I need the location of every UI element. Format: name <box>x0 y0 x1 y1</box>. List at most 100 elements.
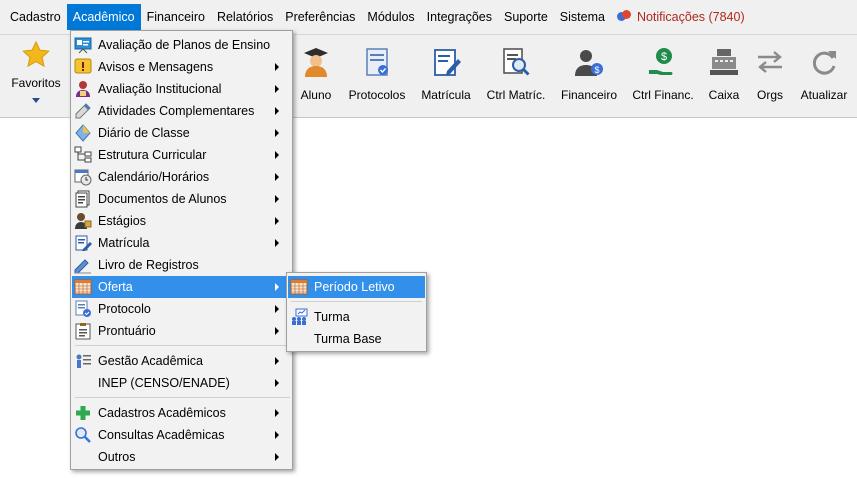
cash-register-icon <box>708 46 740 78</box>
menu-item-label: Matrícula <box>98 236 150 250</box>
svg-text:$: $ <box>661 51 667 63</box>
toolbar-matricula-button[interactable]: Matrícula <box>418 42 474 108</box>
submenu-item-turma[interactable]: Turma <box>288 306 425 328</box>
toolbar-label: Matrícula <box>421 88 471 102</box>
green-plus-icon <box>74 404 92 422</box>
pen-book-icon <box>74 256 92 274</box>
menu-preferencias[interactable]: Preferências <box>279 4 361 30</box>
notifications-icon <box>616 10 631 24</box>
menu-suporte[interactable]: Suporte <box>498 4 554 30</box>
submenu-arrow-icon <box>275 107 279 115</box>
menu-item-consultas-academicas[interactable]: Consultas Acadêmicas <box>72 424 291 446</box>
menu-financeiro[interactable]: Financeiro <box>141 4 211 30</box>
evaluation-person-icon <box>74 80 92 98</box>
menu-item-outros[interactable]: Outros <box>72 446 291 468</box>
enrollment-edit-icon <box>74 234 92 252</box>
menu-cadastro[interactable]: Cadastro <box>4 4 67 30</box>
menu-item-matricula[interactable]: Matrícula <box>72 232 291 254</box>
menu-item-oferta[interactable]: Oferta <box>72 276 291 298</box>
toolbar-label: Aluno <box>300 88 332 102</box>
submenu-arrow-icon <box>275 63 279 71</box>
submenu-item-periodo-letivo[interactable]: Período Letivo <box>288 276 425 298</box>
protocol-document-icon <box>361 46 393 78</box>
menu-item-label: Prontuário <box>98 324 156 338</box>
enrollment-edit-icon <box>430 46 462 78</box>
menu-item-protocolo[interactable]: Protocolo <box>72 298 291 320</box>
menu-item-label: Livro de Registros <box>98 258 199 272</box>
finance-person-icon: $ <box>573 46 605 78</box>
toolbar-aluno-button[interactable]: Aluno <box>296 42 336 108</box>
menu-sistema[interactable]: Sistema <box>554 4 611 30</box>
menu-item-label: Protocolo <box>98 302 151 316</box>
menu-item-cadastros-academicos[interactable]: Cadastros Acadêmicos <box>72 402 291 424</box>
internship-icon <box>74 212 92 230</box>
toolbar-label: Ctrl Financ. <box>632 88 694 102</box>
submenu-arrow-icon <box>275 453 279 461</box>
submenu-arrow-icon <box>275 217 279 225</box>
menu-item-estrutura-curricular[interactable]: Estrutura Curricular <box>72 144 291 166</box>
submenu-arrow-icon <box>275 431 279 439</box>
menu-relatorios[interactable]: Relatórios <box>211 4 279 30</box>
protocol-icon <box>74 300 92 318</box>
swap-arrows-icon <box>754 46 786 78</box>
menu-item-atividades-complementares[interactable]: Atividades Complementares <box>72 100 291 122</box>
menu-item-label: Documentos de Alunos <box>98 192 227 206</box>
menu-item-livro-registros[interactable]: Livro de Registros <box>72 254 291 276</box>
chevron-down-icon <box>32 98 40 103</box>
submenu-item-turma-base[interactable]: Turma Base <box>288 328 425 350</box>
clipboard-icon <box>74 322 92 340</box>
calendar-clock-icon <box>74 168 92 186</box>
toolbar-ctrl-financeiro-button[interactable]: $ Ctrl Financ. <box>630 42 696 108</box>
menu-separator <box>291 301 422 302</box>
submenu-arrow-icon <box>275 379 279 387</box>
menu-item-label: Consultas Acadêmicas <box>98 428 225 442</box>
submenu-arrow-icon <box>275 409 279 417</box>
menu-item-prontuario[interactable]: Prontuário <box>72 320 291 342</box>
submenu-arrow-icon <box>275 357 279 365</box>
toolbar-financeiro-button[interactable]: $ Financeiro <box>558 42 620 108</box>
notifications-menu[interactable]: Notificações (7840) <box>611 4 751 30</box>
menu-item-label: Diário de Classe <box>98 126 190 140</box>
toolbar-caixa-button[interactable]: Caixa <box>704 42 744 108</box>
documents-icon <box>74 190 92 208</box>
submenu-arrow-icon <box>275 195 279 203</box>
menu-item-inep-censo-enade[interactable]: INEP (CENSO/ENADE) <box>72 372 291 394</box>
offer-calendar-icon <box>290 278 308 296</box>
menu-item-label: Avaliação de Planos de Ensino <box>98 38 271 52</box>
menu-integracoes[interactable]: Integrações <box>421 4 498 30</box>
menu-item-label: INEP (CENSO/ENADE) <box>98 376 230 390</box>
hierarchy-icon <box>74 146 92 164</box>
warning-note-icon <box>74 58 92 76</box>
toolbar-ctrl-matricula-button[interactable]: Ctrl Matríc. <box>484 42 548 108</box>
pencil-ruler-icon <box>74 102 92 120</box>
toolbar-protocolos-button[interactable]: Protocolos <box>346 42 408 108</box>
menu-separator <box>75 397 290 398</box>
menu-item-label: Estágios <box>98 214 146 228</box>
academico-dropdown-menu: Avaliação de Planos de Ensino Avisos e M… <box>70 30 293 470</box>
menu-item-gestao-academica[interactable]: Gestão Acadêmica <box>72 350 291 372</box>
menu-modulos[interactable]: Módulos <box>361 4 420 30</box>
toolbar-label: Atualizar <box>800 88 848 102</box>
submenu-arrow-icon <box>275 85 279 93</box>
menu-item-avaliacao-planos-ensino[interactable]: Avaliação de Planos de Ensino <box>72 34 291 56</box>
submenu-arrow-icon <box>275 173 279 181</box>
menu-academico[interactable]: Acadêmico <box>66 4 141 30</box>
favorites-button[interactable]: Favoritos <box>6 40 66 112</box>
toolbar-atualizar-button[interactable]: Atualizar <box>798 42 850 108</box>
submenu-arrow-icon <box>275 239 279 247</box>
menu-item-estagios[interactable]: Estágios <box>72 210 291 232</box>
toolbar-label: Protocolos <box>348 88 406 102</box>
menu-item-diario-classe[interactable]: Diário de Classe <box>72 122 291 144</box>
menu-item-avisos-mensagens[interactable]: Avisos e Mensagens <box>72 56 291 78</box>
menu-bar: Cadastro Acadêmico Financeiro Relatórios… <box>0 0 857 34</box>
submenu-item-label: Turma <box>314 310 350 324</box>
student-icon <box>300 46 332 78</box>
menu-item-calendario-horarios[interactable]: Calendário/Horários <box>72 166 291 188</box>
menu-item-documentos-alunos[interactable]: Documentos de Alunos <box>72 188 291 210</box>
menu-item-avaliacao-institucional[interactable]: Avaliação Institucional <box>72 78 291 100</box>
submenu-item-label: Turma Base <box>314 332 382 346</box>
menu-item-label: Atividades Complementares <box>98 104 255 118</box>
money-hand-icon: $ <box>647 46 679 78</box>
toolbar-orgs-button[interactable]: Orgs <box>752 42 788 108</box>
notifications-label: Notificações (7840) <box>636 10 745 24</box>
